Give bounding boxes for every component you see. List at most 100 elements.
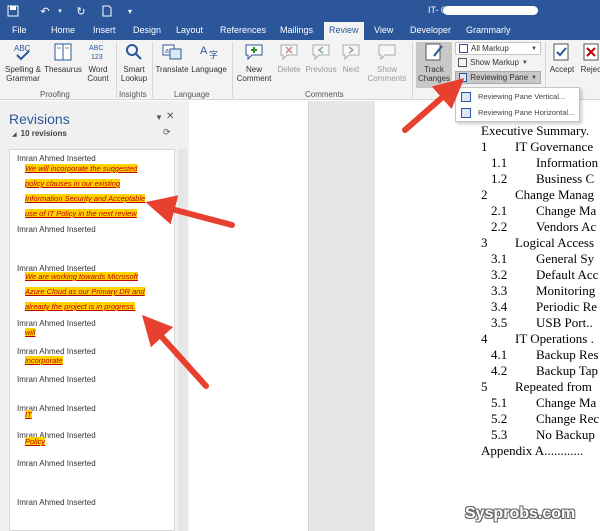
undo-dropdown-icon[interactable]: ▾ (56, 3, 64, 19)
save-icon[interactable] (6, 3, 20, 19)
toc-entry[interactable]: 3.4 Periodic Re (491, 299, 597, 315)
revision-text[interactable]: will (25, 325, 36, 340)
toc-entry[interactable]: 2.2 Vendors Ac (491, 219, 596, 235)
revision-text[interactable]: IT (25, 407, 32, 422)
new-doc-icon[interactable] (100, 3, 114, 19)
svg-text:A: A (200, 45, 208, 57)
tab-layout[interactable]: Layout (176, 25, 203, 35)
language-icon: A字 (190, 42, 228, 64)
toc-entry[interactable]: 5.3 No Backup (491, 427, 595, 443)
tab-home[interactable]: Home (51, 25, 75, 35)
toc-entry[interactable]: 4.2 Backup Tap (491, 363, 598, 379)
toc-entry[interactable]: 4.1 Backup Res (491, 347, 598, 363)
undo-icon[interactable]: ↶ (38, 3, 52, 19)
new-comment-label-2: Comment (236, 74, 272, 83)
thesaurus-button[interactable]: Thesaurus (44, 42, 82, 74)
ribbon-separator (152, 42, 153, 98)
ribbon-separator (232, 42, 233, 98)
tab-insert[interactable]: Insert (93, 25, 116, 35)
toc-text: Change Ma (536, 203, 597, 218)
toc-entry[interactable]: 1.2 Business C (491, 171, 594, 187)
menu-item-reviewing-pane-horizontal[interactable]: Reviewing Pane Horizontal... (456, 106, 579, 120)
toc-entry[interactable]: 5.2 Change Rec (491, 411, 599, 427)
revision-line: We are working towards Microsoft (25, 272, 138, 281)
refresh-icon[interactable]: ⟳ (163, 127, 171, 138)
toc-entry[interactable]: 3 Logical Access (481, 235, 594, 251)
smart-lookup-button[interactable]: Smart Lookup (118, 42, 150, 83)
revision-line: already the project is in progress. (25, 302, 136, 311)
revision-count-label: 10 revisions (20, 129, 67, 138)
tab-developer[interactable]: Developer (410, 25, 451, 35)
toc-entry[interactable]: 3.5 USB Port.. (491, 315, 593, 331)
toc-entry[interactable]: 1 IT Governance (481, 139, 593, 155)
translate-label: Translate (155, 65, 189, 74)
toc-text: Change Ma (536, 395, 597, 410)
toc-entry[interactable]: 2 Change Manag (481, 187, 594, 203)
toc-entry[interactable]: 3.2 Default Acc (491, 267, 598, 283)
toc-number: 5 (481, 379, 488, 394)
toc-entry[interactable]: 5 Repeated from (481, 379, 592, 395)
customize-qat-icon[interactable]: ▾ (125, 3, 135, 19)
show-comments-icon (364, 42, 410, 64)
toc-number: 3.2 (491, 267, 508, 282)
toc-entry[interactable]: Appendix A............ (481, 443, 583, 459)
revision-text[interactable]: We are working towards Microsoft Azure C… (25, 269, 145, 314)
toc-entry[interactable]: 5.1 Change Ma (491, 395, 596, 411)
tab-design[interactable]: Design (133, 25, 161, 35)
translate-icon: a (154, 42, 190, 64)
toc-entry[interactable]: 3.3 Monitoring (491, 283, 595, 299)
revision-line: use of IT Policy in the next review (25, 209, 137, 218)
pane-options-icon[interactable]: ▼ (155, 113, 163, 122)
toc-entry[interactable]: 3.1 General Sy (491, 251, 594, 267)
toc-number: 2.1 (491, 203, 508, 218)
tab-grammarly[interactable]: Grammarly (466, 25, 511, 35)
previous-label: Previous (305, 65, 337, 74)
word-count-label-2: Count (87, 74, 109, 83)
track-changes-button[interactable]: Track Changes (416, 42, 452, 88)
spelling-label-2: Grammar (6, 74, 40, 83)
toc-text: Backup Tap (536, 363, 599, 378)
toc-text: Appendix A............ (481, 443, 584, 458)
group-language: Language (174, 90, 210, 99)
tab-references[interactable]: References (220, 25, 266, 35)
toc-entry[interactable]: Executive Summary. (481, 123, 589, 139)
collapse-icon[interactable]: ◢ (12, 132, 17, 138)
spelling-grammar-button[interactable]: ABC Spelling & Grammar (2, 42, 44, 83)
tab-review[interactable]: Review (324, 22, 364, 40)
show-comments-button[interactable]: Show Comments (364, 42, 410, 83)
show-markup-button[interactable]: Show Markup ▼ (455, 56, 541, 69)
pane-scrollbar[interactable] (178, 149, 187, 531)
ribbon-separator (412, 42, 413, 98)
next-label: Next (342, 65, 360, 74)
tab-file[interactable]: File (12, 25, 27, 35)
toc-text: Vendors Ac (536, 219, 597, 234)
menu-item-reviewing-pane-vertical[interactable]: Reviewing Pane Vertical... (456, 90, 579, 104)
close-icon[interactable]: ✕ (166, 111, 174, 122)
revision-line: will (25, 328, 36, 337)
show-comments-label-2: Comments (367, 74, 407, 83)
revision-text[interactable]: Policy (25, 434, 46, 449)
toc-entry[interactable]: 2.1 Change Ma (491, 203, 596, 219)
new-comment-button[interactable]: New Comment (234, 42, 274, 83)
revision-text[interactable]: incorporate (25, 353, 63, 368)
display-for-review-select[interactable]: All Markup ▼ (455, 42, 541, 55)
tab-view[interactable]: View (374, 25, 393, 35)
translate-button[interactable]: a Translate (154, 42, 190, 74)
delete-comment-button[interactable]: Delete (274, 42, 304, 74)
language-button[interactable]: A字 Language (190, 42, 228, 74)
reject-button[interactable]: Reject (577, 42, 600, 74)
reviewing-pane-button[interactable]: Reviewing Pane ▼ (455, 71, 541, 84)
toc-entry[interactable]: 1.1 Information (491, 155, 598, 171)
revision-text[interactable]: We will incorporate the suggested policy… (25, 161, 157, 221)
word-count-button[interactable]: ABC 123 Word Count (84, 42, 112, 83)
accept-button[interactable]: Accept (547, 42, 577, 74)
next-comment-button[interactable]: Next (338, 42, 364, 74)
menu-item-label: Reviewing Pane Vertical... (478, 92, 566, 101)
ribbon-separator (116, 42, 117, 98)
redo-icon[interactable]: ↻ (74, 3, 88, 19)
previous-comment-button[interactable]: Previous (304, 42, 338, 74)
toc-entry[interactable]: 4 IT Operations . (481, 331, 594, 347)
tab-mailings[interactable]: Mailings (280, 25, 313, 35)
document-page-left[interactable] (189, 101, 309, 531)
svg-text:123: 123 (91, 54, 103, 61)
